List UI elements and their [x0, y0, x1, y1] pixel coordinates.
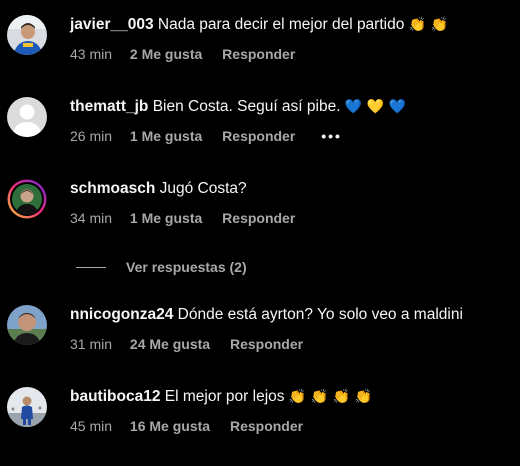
replies-divider [76, 266, 106, 268]
default-avatar-icon[interactable] [7, 97, 47, 137]
comment-item: nnicogonza24 Dónde está ayrton? Yo solo … [0, 305, 520, 365]
clapping-hands-emoji: 👏 👏 👏 👏 [288, 389, 372, 405]
clapping-hands-emoji: 👏 👏 [408, 17, 448, 33]
more-options-icon[interactable]: ••• [321, 127, 342, 145]
comment-item: schmoasch Jugó Costa? 34 min 1 Me gusta … [0, 179, 520, 239]
user-photo-icon[interactable] [7, 15, 47, 55]
comment-likes[interactable]: 16 Me gusta [130, 417, 210, 435]
comment-time[interactable]: 45 min [70, 417, 112, 435]
view-replies-button[interactable]: Ver respuestas (2) [76, 257, 247, 277]
reply-button[interactable]: Responder [230, 417, 303, 435]
comment-text: Dónde está ayrton? Yo solo veo a maldini [177, 306, 463, 323]
comment-text: Bien Costa. Seguí así pibe. [152, 98, 341, 115]
comment-time[interactable]: 31 min [70, 335, 112, 353]
comment-text: Jugó Costa? [159, 180, 247, 197]
comment-username[interactable]: thematt_jb [70, 98, 148, 115]
comment-text: Nada para decir el mejor del partido [157, 16, 405, 33]
reply-button[interactable]: Responder [222, 45, 295, 63]
story-ring-avatar-icon[interactable] [7, 179, 47, 219]
reply-button[interactable]: Responder [222, 209, 295, 227]
comment-username[interactable]: javier__003 [70, 16, 154, 33]
comment-likes[interactable]: 1 Me gusta [130, 127, 202, 145]
user-photo-icon[interactable] [7, 305, 47, 345]
comment-username[interactable]: schmoasch [70, 180, 155, 197]
comment-text: El mejor por lejos [164, 388, 285, 405]
comment-username[interactable]: nnicogonza24 [70, 306, 173, 323]
comment-likes[interactable]: 2 Me gusta [130, 45, 202, 63]
comment-item: bautiboca12 El mejor por lejos 👏 👏 👏 👏 4… [0, 387, 520, 447]
comment-likes[interactable]: 24 Me gusta [130, 335, 210, 353]
user-photo-icon[interactable] [7, 387, 47, 427]
comment-likes[interactable]: 1 Me gusta [130, 209, 202, 227]
comment-time[interactable]: 26 min [70, 127, 112, 145]
view-replies-label: Ver respuestas (2) [126, 259, 247, 275]
comment-username[interactable]: bautiboca12 [70, 388, 160, 405]
comment-time[interactable]: 34 min [70, 209, 112, 227]
comment-time[interactable]: 43 min [70, 45, 112, 63]
heart-emojis: 💙 💛 💙 [344, 99, 407, 115]
reply-button[interactable]: Responder [230, 335, 303, 353]
comment-item: javier__003 Nada para decir el mejor del… [0, 15, 520, 75]
comment-item: thematt_jb Bien Costa. Seguí así pibe. 💙… [0, 97, 520, 157]
reply-button[interactable]: Responder [222, 127, 295, 145]
